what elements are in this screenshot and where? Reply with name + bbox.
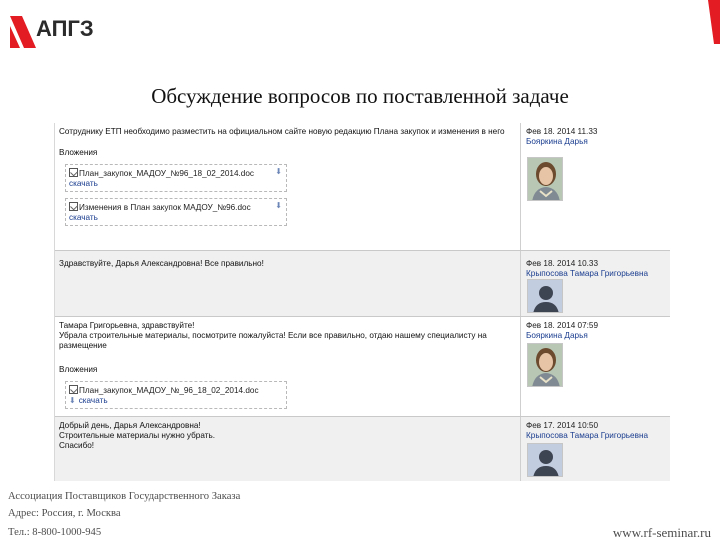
user-silhouette-icon: [528, 280, 562, 312]
message-author[interactable]: Крыпосова Тамара Григорьевна: [526, 431, 670, 441]
message-row: Добрый день, Дарья Александровна! Строит…: [55, 417, 670, 481]
download-link[interactable]: скачать: [69, 179, 282, 189]
attachments-label: Вложения: [59, 365, 98, 374]
message-text: Здравствуйте, Дарья Александровна! Все п…: [59, 259, 264, 268]
footer-address: Адрес: Россия, г. Москва: [8, 508, 121, 519]
message-row: Тамара Григорьевна, здравствуйте! Убрала…: [55, 317, 670, 417]
message-body: Тамара Григорьевна, здравствуйте! Убрала…: [55, 317, 521, 416]
message-author[interactable]: Бояркина Дарья: [526, 331, 670, 341]
attachment-item: План_закупок_МАДОУ_№_96_18_02_2014.doc ⬇…: [65, 381, 287, 409]
download-arrow-icon[interactable]: ⬇: [275, 201, 282, 210]
message-text-line: Тамара Григорьевна, здравствуйте!: [59, 321, 195, 330]
footer-phone: Тел.: 8-800-1000-945: [8, 527, 102, 538]
document-icon: [69, 385, 78, 394]
user-silhouette-icon: [528, 444, 562, 476]
attachment-filename: Изменения в План закупок МАДОУ_№96.doc: [79, 203, 251, 212]
message-body: Здравствуйте, Дарья Александровна! Все п…: [55, 251, 521, 316]
attachment-file[interactable]: Изменения в План закупок МАДОУ_№96.doc: [69, 202, 282, 213]
attachment-filename: План_закупок_МАДОУ_№_96_18_02_2014.doc: [79, 386, 259, 395]
corner-accent-icon: [708, 0, 720, 44]
avatar: [527, 279, 563, 313]
document-icon: [69, 202, 78, 211]
message-text-line: Строительные материалы нужно убрать.: [59, 431, 216, 440]
message-author[interactable]: Крыпосова Тамара Григорьевна: [526, 269, 670, 279]
attachments-label: Вложения: [59, 148, 98, 157]
message-date: Фев 17. 2014 10:50: [526, 421, 599, 430]
message-row: Сотруднику ЕТП необходимо разместить на …: [55, 123, 670, 251]
message-body: Добрый день, Дарья Александровна! Строит…: [55, 417, 521, 481]
download-link[interactable]: ⬇ скачать: [69, 396, 282, 406]
message-date: Фев 18. 2014 10.33: [526, 259, 599, 268]
user-photo-icon: [528, 158, 562, 200]
download-arrow-icon[interactable]: ⬇: [275, 167, 282, 176]
message-body: Сотруднику ЕТП необходимо разместить на …: [55, 123, 521, 250]
attachment-file[interactable]: План_закупок_МАДОУ_№96_18_02_2014.doc: [69, 168, 282, 179]
download-arrow-icon: ⬇: [69, 396, 76, 405]
discussion-thread: Сотруднику ЕТП необходимо разместить на …: [54, 123, 670, 481]
message-meta: Фев 18. 2014 07:59 Бояркина Дарья: [522, 317, 670, 416]
message-author[interactable]: Бояркина Дарья: [526, 137, 670, 147]
attachment-filename: План_закупок_МАДОУ_№96_18_02_2014.doc: [79, 169, 254, 178]
download-label: скачать: [78, 396, 108, 405]
message-date: Фев 18. 2014 07:59: [526, 321, 599, 330]
avatar: [527, 443, 563, 477]
avatar: [527, 343, 563, 387]
apgz-logo: АПГЗ: [0, 0, 102, 64]
message-meta: Фев 18. 2014 10.33 Крыпосова Тамара Григ…: [522, 251, 670, 316]
footer-organization: Ассоциация Поставщиков Государственного …: [8, 491, 241, 502]
attachment-file[interactable]: План_закупок_МАДОУ_№_96_18_02_2014.doc: [69, 385, 282, 396]
logo-text: АПГЗ: [36, 16, 94, 41]
attachment-item: Изменения в План закупок МАДОУ_№96.doc ⬇…: [65, 198, 287, 226]
footer: Ассоциация Поставщиков Государственного …: [0, 481, 720, 540]
avatar: [527, 157, 563, 201]
message-meta: Фев 18. 2014 11.33 Бояркина Дарья: [522, 123, 670, 250]
header-band: АПГЗ: [0, 0, 720, 64]
document-icon: [69, 168, 78, 177]
message-row: Здравствуйте, Дарья Александровна! Все п…: [55, 251, 670, 317]
message-text: Сотруднику ЕТП необходимо разместить на …: [59, 127, 505, 136]
slide-title: Обсуждение вопросов по поставленной зада…: [151, 84, 569, 108]
message-text-line: Убрала строительные материалы, посмотрит…: [59, 331, 487, 350]
download-link[interactable]: скачать: [69, 213, 282, 223]
footer-website-link[interactable]: www.rf-seminar.ru: [613, 525, 711, 540]
logo-mark-icon: [10, 16, 36, 48]
message-date: Фев 18. 2014 11.33: [526, 127, 598, 136]
message-text-line: Добрый день, Дарья Александровна!: [59, 421, 201, 430]
message-meta: Фев 17. 2014 10:50 Крыпосова Тамара Григ…: [522, 417, 670, 481]
message-text-line: Спасибо!: [59, 441, 95, 450]
user-photo-icon: [528, 344, 562, 386]
attachment-item: План_закупок_МАДОУ_№96_18_02_2014.doc ⬇ …: [65, 164, 287, 192]
